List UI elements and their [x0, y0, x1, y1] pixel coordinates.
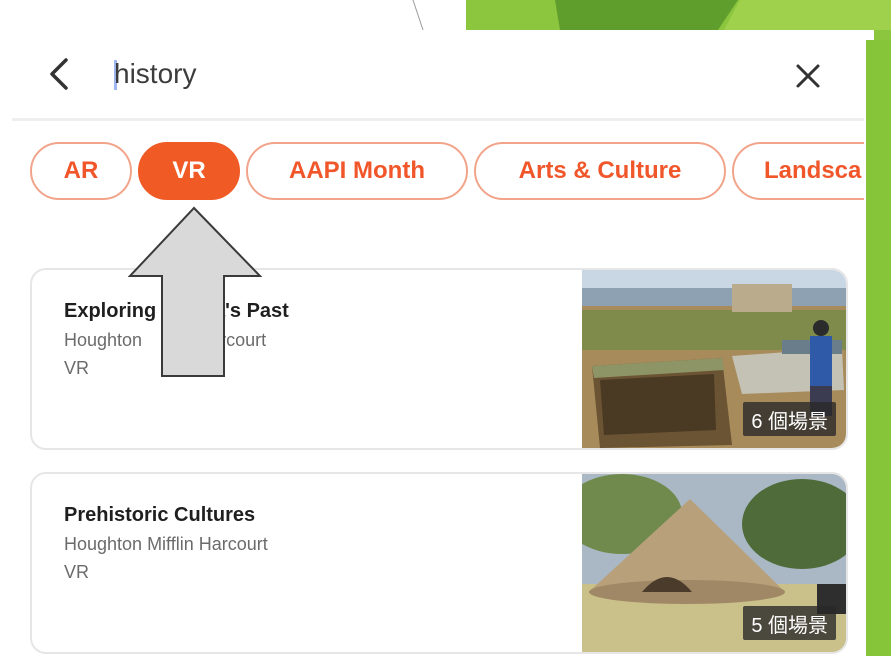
card-type: VR	[64, 562, 90, 582]
divider	[12, 118, 864, 121]
chip-arts-culture[interactable]: Arts & Culture	[474, 142, 726, 200]
scene-count-badge: 6 個場景	[743, 402, 836, 436]
search-input[interactable]: history	[114, 57, 196, 91]
result-card[interactable]: Prehistoric Cultures Houghton Mifflin Ha…	[30, 472, 848, 654]
chip-ar[interactable]: AR	[30, 142, 132, 200]
scene-count-badge: 5 個場景	[743, 606, 836, 640]
chevron-left-icon	[50, 58, 68, 90]
card-title: Prehistoric Cultures	[64, 504, 256, 526]
card-type: VR	[64, 358, 90, 378]
chip-landscapes[interactable]: Landsca	[732, 142, 864, 200]
search-bar: history	[0, 30, 864, 120]
card-thumbnail: 5 個場景	[562, 474, 846, 652]
up-arrow-icon	[128, 206, 262, 377]
chip-vr[interactable]: VR	[138, 142, 240, 200]
chip-aapi-month[interactable]: AAPI Month	[246, 142, 468, 200]
card-thumbnail: 6 個場景	[582, 270, 846, 448]
back-button[interactable]	[40, 54, 80, 94]
clear-search-button[interactable]	[790, 58, 826, 94]
close-icon	[796, 64, 820, 88]
card-publisher: Houghton Mifflin Harcourt	[64, 534, 268, 554]
